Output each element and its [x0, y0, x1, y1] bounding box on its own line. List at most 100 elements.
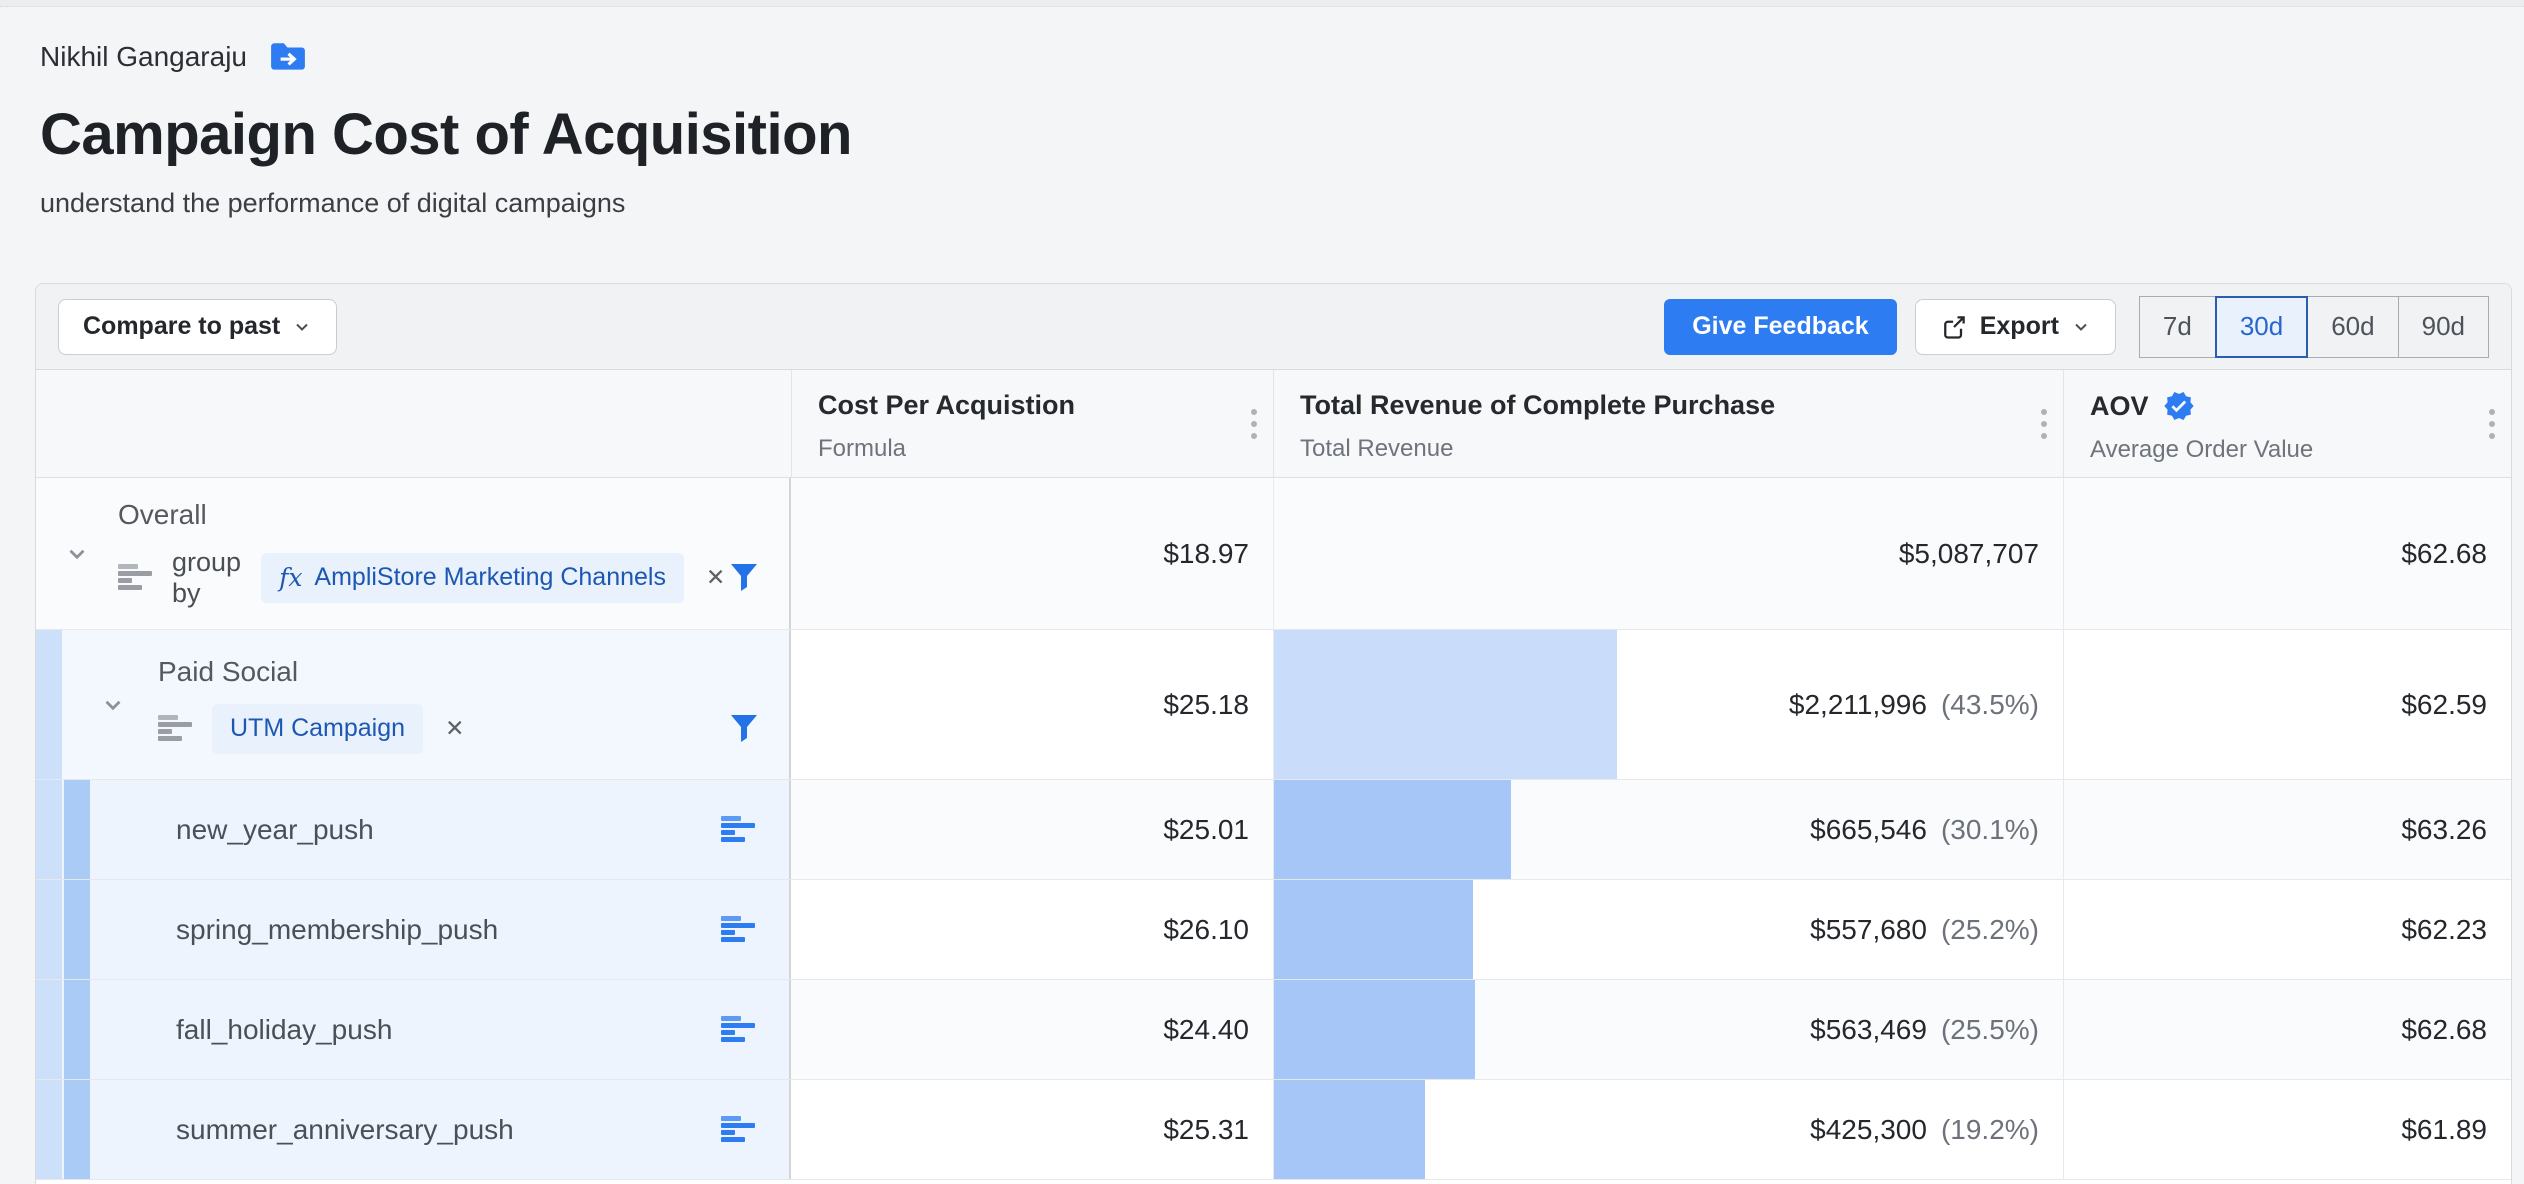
- cost-cell: $25.01: [791, 780, 1273, 879]
- hierarchy-stripe: [64, 980, 90, 1079]
- table-header-row: Cost Per Acquistion Formula Total Revenu…: [36, 370, 2511, 478]
- revenue-cell: $425,300 (19.2%): [1273, 1080, 2063, 1179]
- aov-cell: $61.89: [2063, 1080, 2511, 1179]
- compare-to-past-label: Compare to past: [83, 312, 280, 341]
- chip-label: UTM Campaign: [230, 714, 405, 743]
- hierarchy-stripe: [36, 980, 62, 1079]
- revenue-bar: [1274, 880, 1473, 979]
- column-subtitle: Average Order Value: [2090, 436, 2485, 464]
- column-title: Total Revenue of Complete Purchase: [1300, 390, 1775, 421]
- row-label-cell: new_year_push: [36, 780, 791, 879]
- campaign-label[interactable]: fall_holiday_push: [176, 1014, 392, 1046]
- view-breakdown-icon[interactable]: [721, 816, 755, 844]
- revenue-bar: [1274, 630, 1617, 779]
- table-row-campaign: spring_membership_push $26.10 $557,680 (…: [36, 880, 2511, 980]
- chip-label: AmpliStore Marketing Channels: [314, 563, 666, 592]
- campaign-label[interactable]: spring_membership_push: [176, 914, 498, 946]
- revenue-cell: $563,469 (25.5%): [1273, 980, 2063, 1079]
- campaign-label[interactable]: new_year_push: [176, 814, 374, 846]
- hierarchy-stripe: [36, 780, 62, 879]
- view-breakdown-icon[interactable]: [721, 916, 755, 944]
- view-breakdown-icon[interactable]: [721, 1116, 755, 1144]
- revenue-percent: (25.5%): [1941, 1014, 2039, 1046]
- chevron-down-icon: [2071, 317, 2091, 337]
- cost-cell: $24.40: [791, 980, 1273, 1079]
- row-label-cell: Paid Social UTM Campaign ✕: [36, 630, 791, 779]
- row-label-cell: Overall group by fx AmpliStore Marketing…: [36, 478, 791, 629]
- view-breakdown-icon[interactable]: [721, 1016, 755, 1044]
- revenue-cell: $665,546 (30.1%): [1273, 780, 2063, 879]
- aov-cell: $62.68: [2063, 980, 2511, 1079]
- export-button[interactable]: Export: [1915, 299, 2116, 355]
- remove-chip-icon[interactable]: ✕: [445, 715, 464, 742]
- cost-cell: $25.18: [791, 630, 1273, 779]
- compare-to-past-button[interactable]: Compare to past: [58, 299, 337, 355]
- row-label-cell: summer_anniversary_push: [36, 1080, 791, 1179]
- revenue-percent: (19.2%): [1941, 1114, 2039, 1146]
- column-title: AOV: [2090, 391, 2149, 422]
- move-to-folder-icon[interactable]: [269, 41, 307, 73]
- revenue-cell: $2,211,996 (43.5%): [1273, 630, 2063, 779]
- breadcrumb: Nikhil Gangaraju: [40, 41, 2484, 73]
- filter-funnel-icon[interactable]: [729, 562, 759, 594]
- range-30d[interactable]: 30d: [2215, 296, 2308, 358]
- table-row-campaign: fall_holiday_push $24.40 $563,469 (25.5%…: [36, 980, 2511, 1080]
- cost-cell: $25.31: [791, 1080, 1273, 1179]
- aov-cell: $63.26: [2063, 780, 2511, 879]
- column-menu-icon[interactable]: [2041, 409, 2047, 439]
- aov-cell: $62.68: [2063, 478, 2511, 629]
- owner-name[interactable]: Nikhil Gangaraju: [40, 41, 247, 73]
- report-toolbar: Compare to past Give Feedback Export 7d …: [36, 284, 2511, 370]
- group-by-chip[interactable]: UTM Campaign: [212, 704, 423, 754]
- table-row-paid-social: Paid Social UTM Campaign ✕ $25.18 $2,211…: [36, 630, 2511, 780]
- aov-cell: $62.59: [2063, 630, 2511, 779]
- revenue-percent: (25.2%): [1941, 914, 2039, 946]
- row-label-cell: fall_holiday_push: [36, 980, 791, 1079]
- give-feedback-button[interactable]: Give Feedback: [1664, 299, 1896, 355]
- cost-cell: $18.97: [791, 478, 1273, 629]
- campaign-label[interactable]: summer_anniversary_push: [176, 1114, 514, 1146]
- report-panel: Compare to past Give Feedback Export 7d …: [35, 283, 2512, 1184]
- table-row-overall: Overall group by fx AmpliStore Marketing…: [36, 478, 2511, 630]
- hierarchy-stripe: [64, 780, 90, 879]
- hierarchy-stripe: [36, 1080, 62, 1179]
- group-row-label[interactable]: Paid Social: [158, 656, 699, 688]
- filter-funnel-icon[interactable]: [729, 713, 759, 745]
- row-label-cell: spring_membership_push: [36, 880, 791, 979]
- window-top-strip: [0, 0, 2524, 7]
- revenue-cell: $557,680 (25.2%): [1273, 880, 2063, 979]
- chevron-down-icon: [292, 317, 312, 337]
- header-aov[interactable]: AOV Average Order Value: [2063, 370, 2511, 477]
- metrics-table: Cost Per Acquistion Formula Total Revenu…: [36, 370, 2511, 1180]
- group-by-chip[interactable]: fx AmpliStore Marketing Channels: [261, 553, 684, 603]
- revenue-bar: [1274, 780, 1511, 879]
- revenue-bar: [1274, 980, 1475, 1079]
- page-subtitle: understand the performance of digital ca…: [40, 188, 2484, 219]
- column-menu-icon[interactable]: [2489, 409, 2495, 439]
- header-cost-per-acquisition[interactable]: Cost Per Acquistion Formula: [791, 370, 1273, 477]
- hierarchy-stripe: [36, 880, 62, 979]
- revenue-percent: (43.5%): [1941, 689, 2039, 721]
- column-subtitle: Formula: [818, 435, 1247, 463]
- header-label-column: [36, 370, 791, 477]
- column-subtitle: Total Revenue: [1300, 435, 2037, 463]
- range-60d[interactable]: 60d: [2307, 296, 2398, 358]
- table-row-campaign: new_year_push $25.01 $665,546 (30.1%) $6…: [36, 780, 2511, 880]
- page-header: Nikhil Gangaraju Campaign Cost of Acquis…: [0, 7, 2524, 219]
- export-label: Export: [1980, 312, 2059, 341]
- group-by-text: group by: [172, 547, 241, 609]
- give-feedback-label: Give Feedback: [1692, 312, 1868, 341]
- range-7d[interactable]: 7d: [2139, 296, 2216, 358]
- remove-chip-icon[interactable]: ✕: [706, 564, 725, 591]
- page-title: Campaign Cost of Acquisition: [40, 101, 2484, 168]
- cost-cell: $26.10: [791, 880, 1273, 979]
- header-total-revenue[interactable]: Total Revenue of Complete Purchase Total…: [1273, 370, 2063, 477]
- range-90d[interactable]: 90d: [2398, 296, 2489, 358]
- revenue-bar: [1274, 1080, 1425, 1179]
- aov-cell: $62.23: [2063, 880, 2511, 979]
- date-range-segmented-control: 7d 30d 60d 90d: [2140, 296, 2489, 358]
- breakdown-bars-icon: [118, 564, 152, 592]
- column-menu-icon[interactable]: [1251, 409, 1257, 439]
- formula-fx-icon: fx: [279, 563, 302, 592]
- group-row-label[interactable]: Overall: [118, 499, 699, 531]
